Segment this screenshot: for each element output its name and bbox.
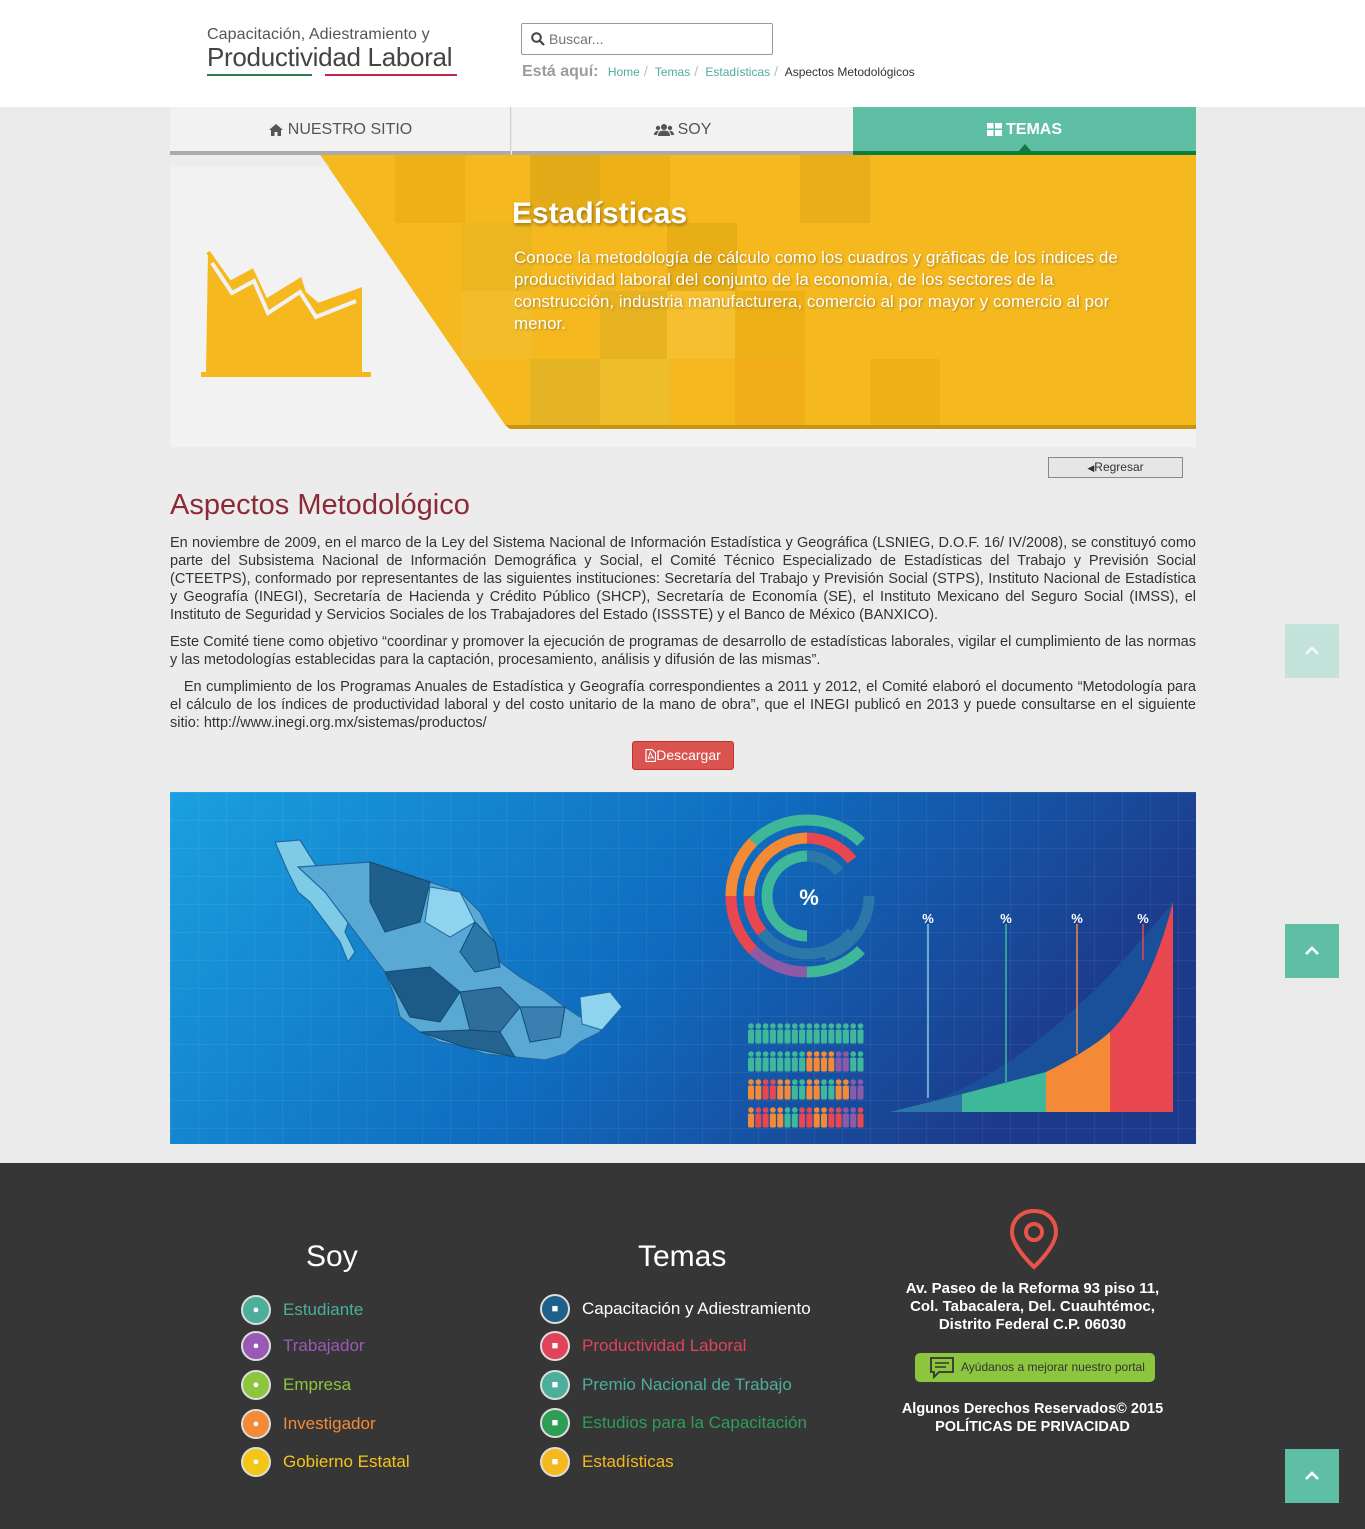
feedback-label: Ayúdanos a mejorar nuestro portal xyxy=(961,1360,1145,1374)
breadcrumb-temas[interactable]: Temas xyxy=(655,65,690,79)
footer-soy-title: Soy xyxy=(306,1240,358,1273)
back-button[interactable]: ◀Regresar xyxy=(1048,457,1183,478)
logo-line2: Productividad Laboral xyxy=(207,42,453,72)
award-icon: ■ xyxy=(540,1370,570,1400)
location-pin-icon xyxy=(1009,1208,1059,1270)
bar-label: % xyxy=(1137,911,1149,926)
scroll-top-button[interactable] xyxy=(1285,924,1339,978)
feedback-button[interactable]: Ayúdanos a mejorar nuestro portal xyxy=(915,1353,1155,1382)
footer-address: Av. Paseo de la Reforma 93 piso 11, Col.… xyxy=(880,1280,1185,1334)
footer-soy-label: Investigador xyxy=(283,1414,376,1433)
paragraph: Este Comité tiene como objetivo “coordin… xyxy=(170,634,1196,668)
government-icon: ● xyxy=(241,1447,271,1477)
building-icon: ● xyxy=(241,1370,271,1400)
back-label: Regresar xyxy=(1094,460,1144,474)
logo-underline xyxy=(207,74,457,76)
users-icon xyxy=(653,123,674,136)
tab-nuestro-sitio[interactable]: NUESTRO SITIO xyxy=(170,107,511,155)
training-icon: ■ xyxy=(540,1294,570,1324)
paragraph: En cumplimiento de los Programas Anuales… xyxy=(170,679,1201,731)
worker-icon: ● xyxy=(241,1331,271,1361)
main-content: ◀Regresar Aspectos Metodológico En novie… xyxy=(170,447,1196,792)
banner-title: Estadísticas xyxy=(512,197,688,230)
breadcrumb-label: Está aquí: xyxy=(522,63,599,80)
tab-soy[interactable]: SOY xyxy=(512,107,853,155)
statistics-icon: ■ xyxy=(540,1447,570,1477)
breadcrumb: Está aquí: Home / Temas / Estadísticas / As… xyxy=(522,63,915,80)
tab-temas[interactable]: TEMAS xyxy=(853,107,1196,155)
search-icon xyxy=(531,32,545,46)
scroll-top-button[interactable] xyxy=(1285,1449,1339,1503)
search-input[interactable] xyxy=(549,28,767,50)
tab-label: SOY xyxy=(677,121,712,138)
statistics-infographic: % % % % % xyxy=(170,792,1196,1144)
footer-temas-label: Estudios para la Capacitación xyxy=(582,1413,807,1432)
site-header: Capacitación, Adiestramiento y Productiv… xyxy=(0,0,1365,107)
home-icon xyxy=(268,123,283,136)
banner-description: Conoce la metodología de cálculo como lo… xyxy=(514,248,1118,333)
scroll-top-button[interactable] xyxy=(1285,624,1339,678)
address-line: Av. Paseo de la Reforma 93 piso 11, xyxy=(905,1280,1160,1297)
donut-percent-label: % xyxy=(799,885,819,910)
section-banner: Estadísticas Conoce la metodología de cá… xyxy=(170,155,1196,447)
privacy-link[interactable]: POLÍTICAS DE PRIVACIDAD xyxy=(880,1418,1185,1436)
footer-temas-label: Productividad Laboral xyxy=(582,1336,747,1355)
breadcrumb-home[interactable]: Home xyxy=(608,65,640,79)
site-logo[interactable]: Capacitación, Adiestramiento y Productiv… xyxy=(207,26,459,76)
pdf-icon xyxy=(645,748,657,763)
footer-soy-label: Trabajador xyxy=(283,1336,365,1355)
address-line: Distrito Federal C.P. 06030 xyxy=(938,1316,1127,1333)
footer-soy-label: Empresa xyxy=(283,1375,352,1394)
article-body: En noviembre de 2009, en el marco de la … xyxy=(170,534,1196,741)
bar-label: % xyxy=(922,911,934,926)
student-icon: ● xyxy=(241,1295,271,1325)
page-title: Aspectos Metodológico xyxy=(170,489,470,521)
active-tab-caret xyxy=(1017,144,1033,153)
footer-temas-title: Temas xyxy=(638,1240,727,1273)
tab-label: TEMAS xyxy=(1006,121,1062,138)
paragraph: En noviembre de 2009, en el marco de la … xyxy=(170,535,1196,623)
footer-temas-label: Capacitación y Adiestramiento xyxy=(582,1299,811,1318)
chevron-up-icon xyxy=(1305,1471,1319,1480)
studies-icon: ■ xyxy=(540,1408,570,1438)
download-button[interactable]: Descargar xyxy=(632,741,734,770)
footer-soy-label: Estudiante xyxy=(283,1300,364,1319)
footer-temas-label: Premio Nacional de Trabajo xyxy=(582,1375,792,1394)
footer-rights: Algunos Derechos Reservados© 2015 POLÍTI… xyxy=(880,1400,1185,1436)
tab-label: NUESTRO SITIO xyxy=(287,121,413,138)
breadcrumb-estadisticas[interactable]: Estadísticas xyxy=(705,65,770,79)
researcher-icon: ● xyxy=(241,1409,271,1439)
footer-soy-label: Gobierno Estatal xyxy=(283,1452,410,1471)
main-nav: NUESTRO SITIO SOY TEMAS xyxy=(170,107,1196,155)
download-label: Descargar xyxy=(656,747,721,763)
infographic-graphic: % % % % % xyxy=(170,792,1196,1144)
chevron-up-icon xyxy=(1305,946,1319,955)
chevron-up-icon xyxy=(1305,646,1319,655)
search-box[interactable] xyxy=(521,23,773,55)
bar-label: % xyxy=(1071,911,1083,926)
chat-icon xyxy=(930,1357,954,1379)
copyright-text: Algunos Derechos Reservados© 2015 xyxy=(901,1401,1164,1417)
content-bottom-strip xyxy=(170,1144,1196,1163)
address-line: Col. Tabacalera, Del. Cuauhtémoc, xyxy=(910,1298,1155,1315)
footer-temas-label: Estadísticas xyxy=(582,1452,674,1471)
grid-icon xyxy=(987,123,1002,137)
breadcrumb-current: Aspectos Metodológicos xyxy=(784,65,915,79)
bar-label: % xyxy=(1000,911,1012,926)
productivity-icon: ■ xyxy=(540,1331,570,1361)
